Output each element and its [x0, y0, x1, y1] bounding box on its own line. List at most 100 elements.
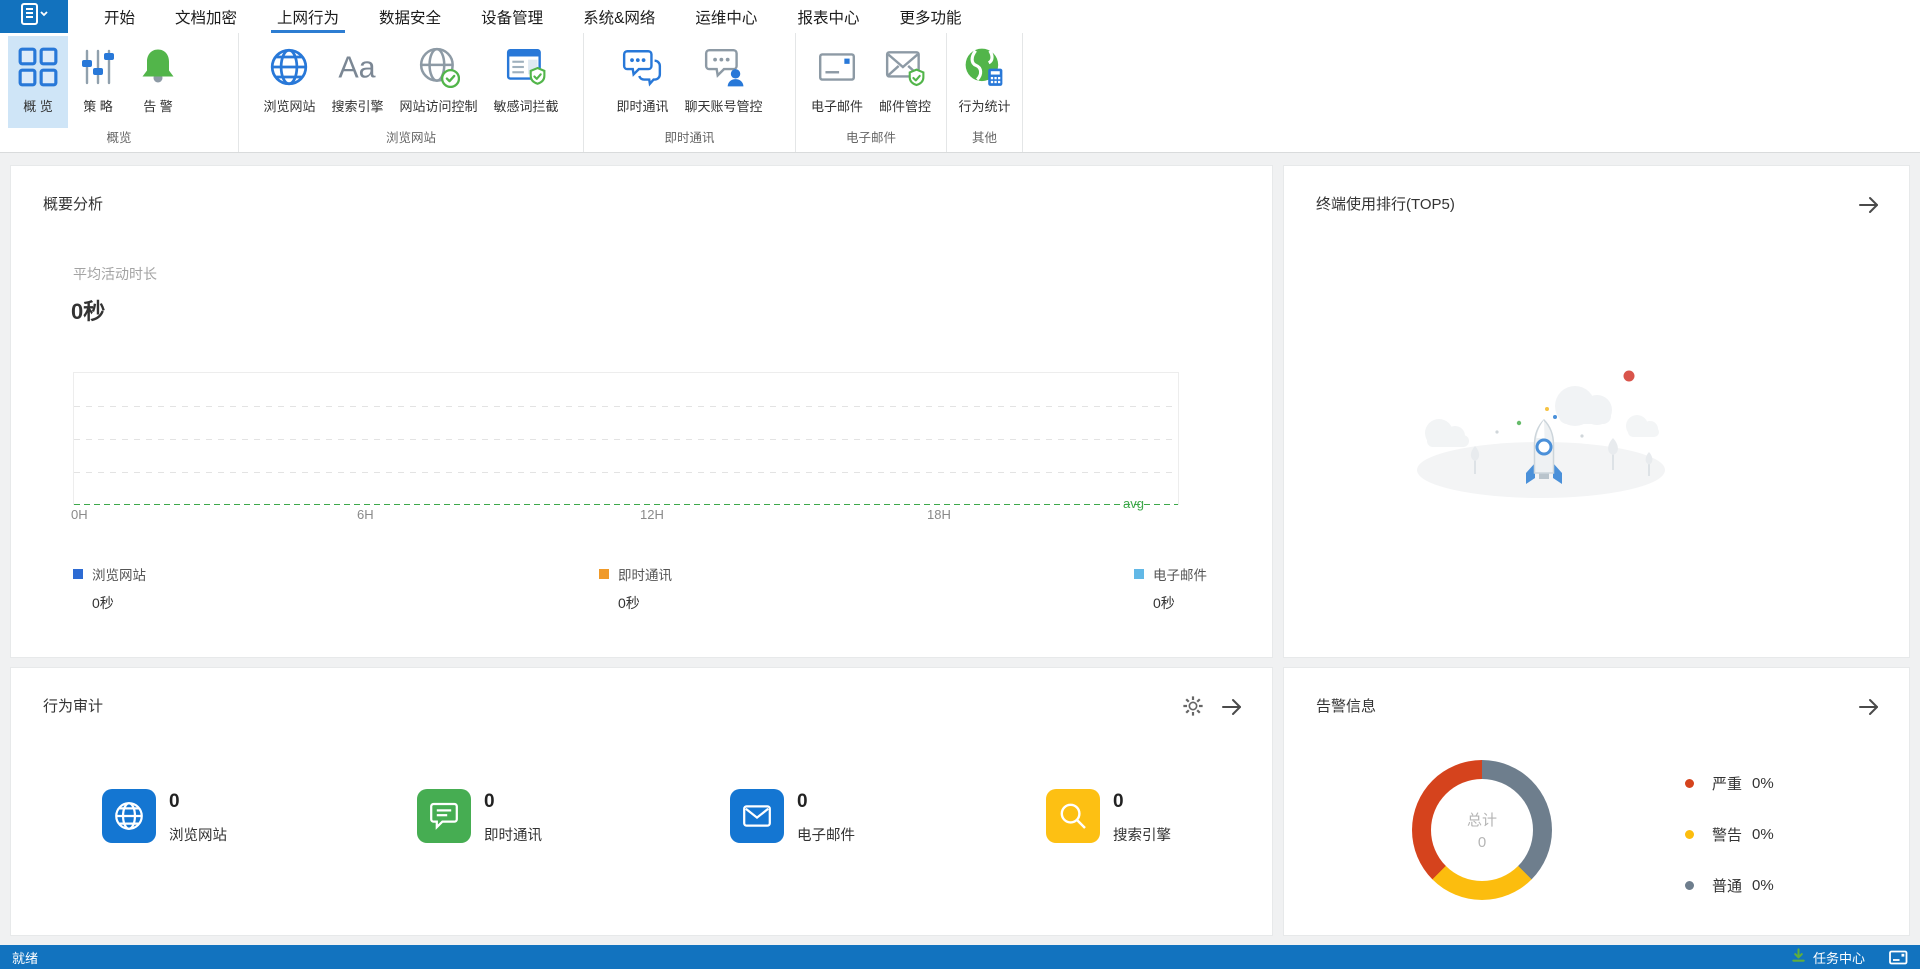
mail-shield-icon	[883, 45, 927, 89]
gear-icon[interactable]	[1182, 695, 1206, 719]
gray-dot	[1495, 430, 1499, 434]
tab-ops-center[interactable]: 运维中心	[675, 0, 777, 33]
font-icon: Aa	[335, 45, 379, 89]
panel-alarm-info: 告警信息 总计 0 严重 0% 警告 0% 普通 0%	[1283, 667, 1910, 936]
ribbon-item-chat-account-control[interactable]: 聊天账号管控	[677, 36, 771, 128]
ribbon-item-policy[interactable]: 策 略	[68, 36, 128, 128]
metric-value: 0秒	[71, 299, 106, 324]
app-menu-icon	[18, 2, 50, 31]
ribbon-group-label: 浏览网站	[385, 131, 436, 145]
ribbon-group-other: 行为统计 其他	[947, 33, 1023, 152]
donut-center-label: 总计	[1466, 812, 1497, 829]
cloud	[1425, 419, 1469, 447]
stat-label: 搜索引擎	[1113, 828, 1171, 844]
status-bar: 就绪 任务中心	[0, 945, 1920, 969]
legend-swatch	[73, 569, 83, 579]
legend-item-email: 电子邮件 0秒	[1134, 564, 1207, 613]
legend-dot	[1685, 830, 1694, 839]
ribbon-item-label: 聊天账号管控	[684, 99, 763, 114]
gridline	[74, 472, 1178, 473]
stat-instant-messaging[interactable]: 0 即时通讯	[417, 789, 542, 845]
ribbon-item-website-access-control[interactable]: 网站访问控制	[392, 36, 486, 128]
alarm-donut-chart: 总计 0	[1412, 760, 1552, 900]
app-menu-button[interactable]	[0, 0, 68, 33]
tab-more-functions[interactable]: 更多功能	[879, 0, 981, 33]
ribbon-item-sensitive-word-block[interactable]: 敏感词拦截	[486, 36, 567, 128]
alarm-legend-normal: 普通 0%	[1685, 875, 1774, 896]
metric-label: 平均活动时长	[73, 266, 157, 282]
legend-value: 0%	[1752, 826, 1774, 843]
legend-value: 0秒	[618, 595, 640, 611]
tab-report-center[interactable]: 报表中心	[777, 0, 879, 33]
ribbon-item-overview[interactable]: 概 览	[8, 36, 68, 128]
cloud	[1555, 386, 1612, 426]
ribbon-group-im: 即时通讯 聊天账号管控 即时通讯	[584, 33, 796, 152]
bell-icon	[136, 45, 180, 89]
task-center-button[interactable]: 任务中心	[1791, 948, 1865, 967]
ribbon-item-label: 网站访问控制	[399, 99, 478, 114]
gridline	[74, 439, 1178, 440]
empty-state-illustration	[1417, 370, 1665, 498]
tab-device-management[interactable]: 设备管理	[461, 0, 563, 33]
status-text: 就绪	[12, 950, 39, 966]
legend-item-im: 即时通讯 0秒	[599, 564, 672, 613]
tab-data-security[interactable]: 数据安全	[359, 0, 461, 33]
message-icon[interactable]	[1889, 950, 1908, 965]
tab-start[interactable]: 开始	[84, 0, 155, 33]
stat-browse-website[interactable]: 0 浏览网站	[102, 789, 227, 845]
avg-line	[74, 504, 1178, 505]
ribbon-item-browse-website[interactable]: 浏览网站	[255, 36, 323, 128]
gray-dot	[1580, 434, 1584, 438]
tab-doc-encrypt[interactable]: 文档加密	[155, 0, 257, 33]
ribbon-item-label: 概 览	[23, 99, 53, 114]
legend-label: 严重	[1712, 776, 1743, 793]
legend-value: 0%	[1752, 877, 1774, 894]
ribbon-group-label: 电子邮件	[845, 131, 896, 145]
ribbon-item-alert[interactable]: 告 警	[128, 36, 188, 128]
ribbon-item-label: 敏感词拦截	[493, 99, 559, 114]
legend-swatch	[599, 569, 609, 579]
x-tick: 6H	[357, 507, 374, 522]
legend-label: 浏览网站	[92, 568, 146, 583]
stat-label: 即时通讯	[484, 828, 542, 844]
legend-value: 0%	[1752, 775, 1774, 792]
stat-email[interactable]: 0 电子邮件	[730, 789, 855, 845]
legend-item-browse: 浏览网站 0秒	[73, 564, 146, 613]
legend-value: 0秒	[92, 595, 114, 611]
arrow-right-icon[interactable]	[1857, 193, 1881, 217]
tab-internet-behavior[interactable]: 上网行为	[257, 0, 359, 33]
donut-center: 总计 0	[1431, 779, 1533, 881]
ribbon-item-email[interactable]: 电子邮件	[803, 36, 871, 128]
mail-icon	[815, 45, 859, 89]
donut-center-value: 0	[1477, 834, 1487, 851]
legend-swatch	[1134, 569, 1144, 579]
chat-user-icon	[702, 45, 746, 89]
arrow-right-icon[interactable]	[1220, 695, 1244, 719]
ribbon-group-overview: 概 览 策 略 告 警 概览	[0, 33, 239, 152]
chat-icon	[620, 45, 664, 89]
stat-label: 浏览网站	[169, 828, 227, 844]
globe-calc-icon	[962, 45, 1006, 89]
grid-icon	[16, 45, 60, 89]
globe-icon	[267, 45, 311, 89]
ribbon-item-mail-control[interactable]: 邮件管控	[871, 36, 939, 128]
ribbon-item-instant-messaging[interactable]: 即时通讯	[608, 36, 676, 128]
legend-label: 即时通讯	[618, 568, 672, 583]
arrow-right-icon[interactable]	[1857, 695, 1881, 719]
red-dot	[1623, 370, 1635, 382]
alarm-legend-warning: 警告 0%	[1685, 824, 1774, 845]
search-icon	[1046, 789, 1100, 843]
tab-system-network[interactable]: 系统&网络	[563, 0, 675, 33]
panel-title: 概要分析	[43, 196, 104, 213]
ribbon-item-behavior-statistics[interactable]: 行为统计	[950, 36, 1018, 128]
panel-title: 终端使用排行(TOP5)	[1316, 196, 1455, 213]
stat-value: 0	[797, 791, 808, 812]
cloud	[1626, 415, 1659, 437]
ribbon-group-email: 电子邮件 邮件管控 电子邮件	[796, 33, 947, 152]
doc-shield-icon	[504, 45, 548, 89]
legend-label: 警告	[1712, 827, 1743, 844]
app-window: 开始 文档加密 上网行为 数据安全 设备管理 系统&网络 运维中心 报表中心 更…	[0, 0, 1920, 969]
ribbon-item-search-engine[interactable]: Aa 搜索引擎	[323, 36, 391, 128]
stat-value: 0	[1113, 791, 1124, 812]
stat-search-engine[interactable]: 0 搜索引擎	[1046, 789, 1171, 845]
